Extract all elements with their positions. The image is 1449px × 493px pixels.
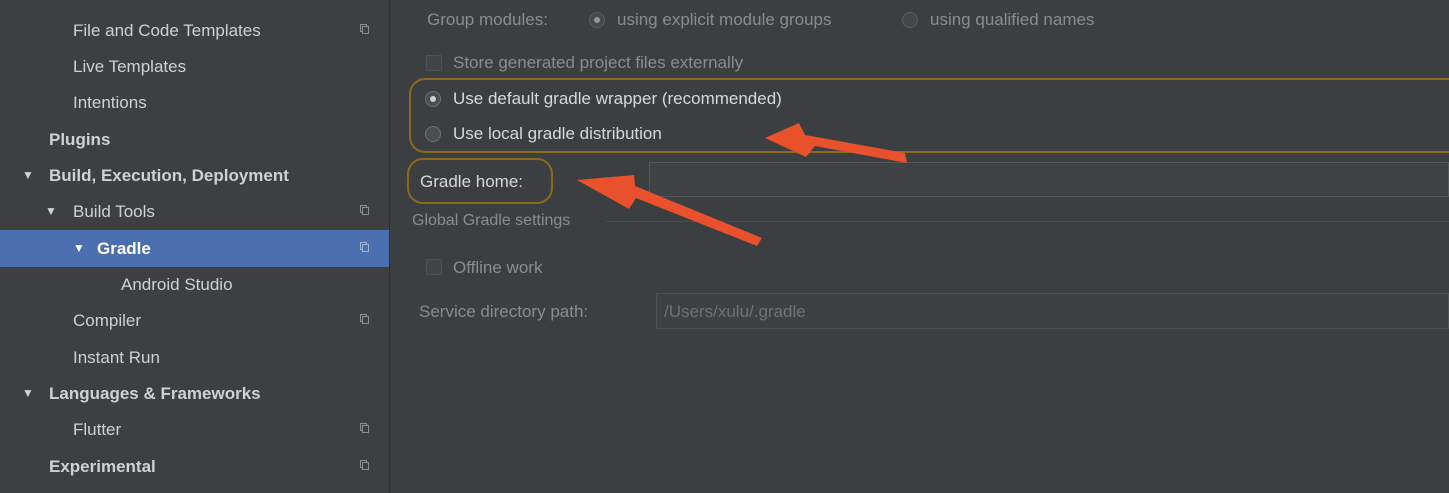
sidebar-item-languages-frameworks[interactable]: ▼ Languages & Frameworks: [0, 375, 389, 412]
store-generated-label[interactable]: Store generated project files externally: [453, 53, 743, 73]
radio-explicit-module-groups[interactable]: [589, 12, 605, 28]
settings-sidebar: File and Code Templates Live Templates I…: [0, 0, 389, 493]
sidebar-item-label: Compiler: [73, 311, 142, 330]
sidebar-item-label: File and Code Templates: [73, 21, 261, 40]
sidebar-item-intentions[interactable]: Intentions: [0, 84, 389, 121]
service-directory-input[interactable]: /Users/xulu/.gradle: [656, 293, 1449, 329]
sidebar-item-label: Languages & Frameworks: [49, 384, 261, 403]
group-modules-label: Group modules:: [427, 10, 548, 29]
expand-arrow-icon[interactable]: ▼: [73, 230, 85, 267]
store-generated-checkbox[interactable]: [426, 55, 442, 71]
sidebar-item-instant-run[interactable]: Instant Run: [0, 339, 389, 376]
expand-arrow-icon[interactable]: ▼: [45, 193, 57, 230]
radio-explicit-module-groups-label[interactable]: using explicit module groups: [617, 10, 832, 30]
sidebar-item-gradle[interactable]: ▼ Gradle: [0, 230, 389, 267]
sidebar-item-label: Android Studio: [121, 275, 233, 294]
sidebar-item-label: Experimental: [49, 457, 156, 476]
sidebar-item-label: Live Templates: [73, 57, 187, 76]
radio-local-gradle-distribution-label[interactable]: Use local gradle distribution: [453, 124, 662, 144]
sidebar-item-plugins[interactable]: Plugins: [0, 121, 389, 158]
sidebar-item-live-templates[interactable]: Live Templates: [0, 48, 389, 85]
sidebar-item-experimental[interactable]: Experimental: [0, 448, 389, 485]
sidebar-item-compiler[interactable]: Compiler: [0, 302, 389, 339]
sidebar-item-build-execution-deployment[interactable]: ▼ Build, Execution, Deployment: [0, 157, 389, 194]
project-config-icon: [360, 423, 369, 433]
sidebar-item-label: Intentions: [73, 93, 147, 112]
radio-qualified-names[interactable]: [902, 12, 918, 28]
project-config-icon: [360, 314, 369, 324]
service-directory-value: /Users/xulu/.gradle: [664, 302, 806, 321]
sidebar-item-flutter[interactable]: Flutter: [0, 411, 389, 448]
project-config-icon: [360, 205, 369, 215]
radio-default-gradle-wrapper[interactable]: [425, 91, 441, 107]
sidebar-item-file-and-code-templates[interactable]: File and Code Templates: [0, 12, 389, 49]
gradle-settings-panel: Group modules: using explicit module gro…: [390, 0, 1449, 493]
project-config-icon: [360, 24, 369, 34]
expand-arrow-icon[interactable]: ▼: [22, 375, 34, 412]
offline-work-checkbox[interactable]: [426, 259, 442, 275]
sidebar-item-label: Gradle: [97, 239, 151, 258]
gradle-home-label: Gradle home:: [420, 172, 523, 191]
sidebar-item-build-tools[interactable]: ▼ Build Tools: [0, 193, 389, 230]
sidebar-item-label: Plugins: [49, 130, 111, 149]
radio-qualified-names-label[interactable]: using qualified names: [930, 10, 1094, 30]
service-directory-label: Service directory path:: [419, 302, 589, 321]
sidebar-item-label: Instant Run: [73, 348, 160, 367]
radio-default-gradle-wrapper-label[interactable]: Use default gradle wrapper (recommended): [453, 89, 782, 109]
expand-arrow-icon[interactable]: ▼: [22, 157, 34, 194]
sidebar-item-label: Flutter: [73, 420, 122, 439]
gradle-home-input[interactable]: [649, 162, 1449, 197]
section-divider: [606, 221, 1449, 222]
project-config-icon: [360, 242, 369, 252]
offline-work-label[interactable]: Offline work: [453, 258, 542, 278]
project-config-icon: [360, 460, 369, 470]
sidebar-item-label: Build, Execution, Deployment: [49, 166, 289, 185]
radio-local-gradle-distribution[interactable]: [425, 126, 441, 142]
sidebar-item-android-studio[interactable]: Android Studio: [0, 266, 389, 303]
sidebar-item-label: Build Tools: [73, 202, 155, 221]
global-gradle-settings-title: Global Gradle settings: [412, 212, 571, 229]
